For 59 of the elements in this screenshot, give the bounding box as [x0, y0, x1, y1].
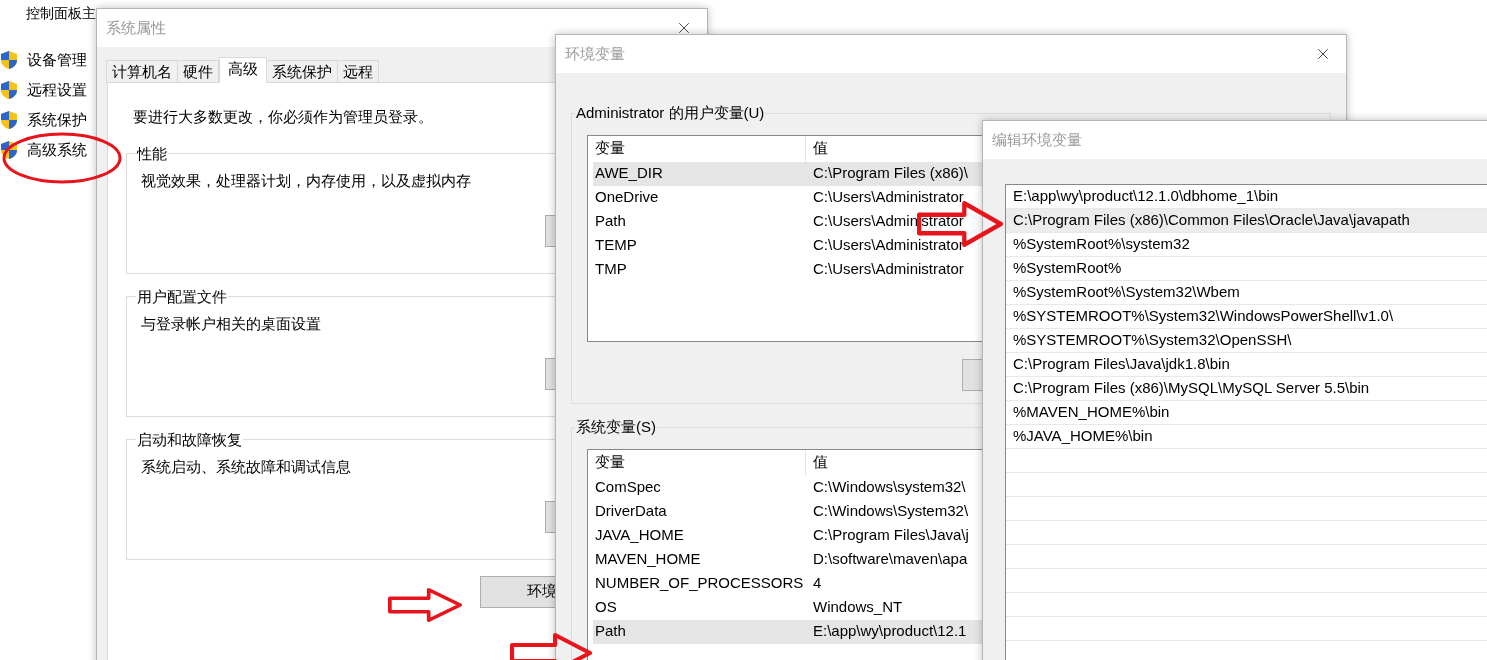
- table-cell-text: 4: [812, 573, 822, 594]
- group-title: Administrator 的用户变量(U): [575, 103, 766, 123]
- list-item[interactable]: C:\Program Files\Java\jdk1.8\bin: [1006, 353, 1487, 377]
- table-cell-text: Path: [594, 211, 627, 232]
- table-cell-text: C:\Program Files\Java\j: [812, 525, 969, 546]
- home-link[interactable]: 控制面板主: [26, 3, 96, 23]
- table-cell-text: D:\software\maven\apa: [812, 549, 968, 570]
- column-header[interactable]: 变量: [588, 449, 806, 476]
- list-item[interactable]: %SYSTEMROOT%\System32\OpenSSH\: [1006, 329, 1487, 353]
- table-cell-text: TMP: [594, 259, 628, 280]
- table-cell-text: ComSpec: [594, 477, 662, 498]
- group-description: 与登录帐户相关的桌面设置: [141, 314, 321, 334]
- list-item[interactable]: C:\Program Files (x86)\Common Files\Oracle\Java\javapath: [1006, 209, 1487, 233]
- list-item[interactable]: %SYSTEMROOT%\System32\WindowsPowerShell\v1.0\: [1006, 305, 1487, 329]
- tab[interactable]: 远程: [337, 60, 379, 83]
- table-cell-text: MAVEN_HOME: [594, 549, 702, 570]
- table-cell-text: C:\Users\Administrator: [812, 187, 964, 208]
- table-cell-text: AWE_DIR: [594, 163, 664, 184]
- shield-icon: [0, 50, 18, 70]
- list-item[interactable]: C:\Program Files (x86)\MySQL\MySQL Server 5.5\bin: [1006, 377, 1487, 401]
- shield-icon: [0, 80, 18, 100]
- table-cell-text: JAVA_HOME: [594, 525, 685, 546]
- tab[interactable]: 计算机名: [106, 60, 178, 83]
- column-header[interactable]: 变量: [588, 135, 806, 162]
- table-cell-text: C:\Users\Administrator: [812, 259, 964, 280]
- table-cell-text: C:\Windows\system32\: [812, 477, 966, 498]
- table-cell-text: C:\Users\Administrator: [812, 235, 964, 256]
- group-title: 系统变量(S): [575, 417, 657, 437]
- table-cell-text: Windows_NT: [812, 597, 903, 618]
- table-cell-text: E:\app\wy\product\12.1: [812, 621, 967, 642]
- sidebar-link[interactable]: 远程设置: [0, 78, 87, 102]
- window-title: 编辑环境变量: [992, 129, 1082, 150]
- tab[interactable]: 硬件: [177, 60, 219, 83]
- column-header[interactable]: 值: [806, 451, 828, 474]
- table-cell-text: TEMP: [594, 235, 638, 256]
- list-item[interactable]: %JAVA_HOME%\bin: [1006, 425, 1487, 449]
- window-title: 系统属性: [106, 17, 166, 38]
- shield-icon: [0, 140, 18, 160]
- sidebar-link[interactable]: 系统保护: [0, 108, 87, 132]
- group-title: 性能: [136, 143, 168, 164]
- window-title: 环境变量: [565, 43, 625, 64]
- table-cell-text: C:\Windows\System32\: [812, 501, 969, 522]
- tab[interactable]: 高级: [219, 57, 267, 83]
- notice-text: 要进行大多数更改，你必须作为管理员登录。: [133, 107, 433, 127]
- table-cell-text: DriverData: [594, 501, 668, 522]
- group-description: 系统启动、系统故障和调试信息: [141, 457, 351, 477]
- list-item[interactable]: %MAVEN_HOME%\bin: [1006, 401, 1487, 425]
- group-description: 视觉效果，处理器计划，内存使用，以及虚拟内存: [141, 171, 471, 191]
- list-item[interactable]: %SystemRoot%\System32\Wbem: [1006, 281, 1487, 305]
- table-cell-text: C:\Program Files (x86)\: [812, 163, 969, 184]
- table-cell-text: OneDrive: [594, 187, 660, 208]
- group-title: 用户配置文件: [136, 286, 228, 307]
- sidebar-link[interactable]: 设备管理: [0, 48, 87, 72]
- group-title: 启动和故障恢复: [136, 429, 243, 450]
- shield-icon: [0, 110, 18, 130]
- table-cell-text: Path: [594, 621, 627, 642]
- list-item[interactable]: %SystemRoot%: [1006, 257, 1487, 281]
- column-header[interactable]: 值: [806, 137, 828, 160]
- list-item[interactable]: %SystemRoot%\system32: [1006, 233, 1487, 257]
